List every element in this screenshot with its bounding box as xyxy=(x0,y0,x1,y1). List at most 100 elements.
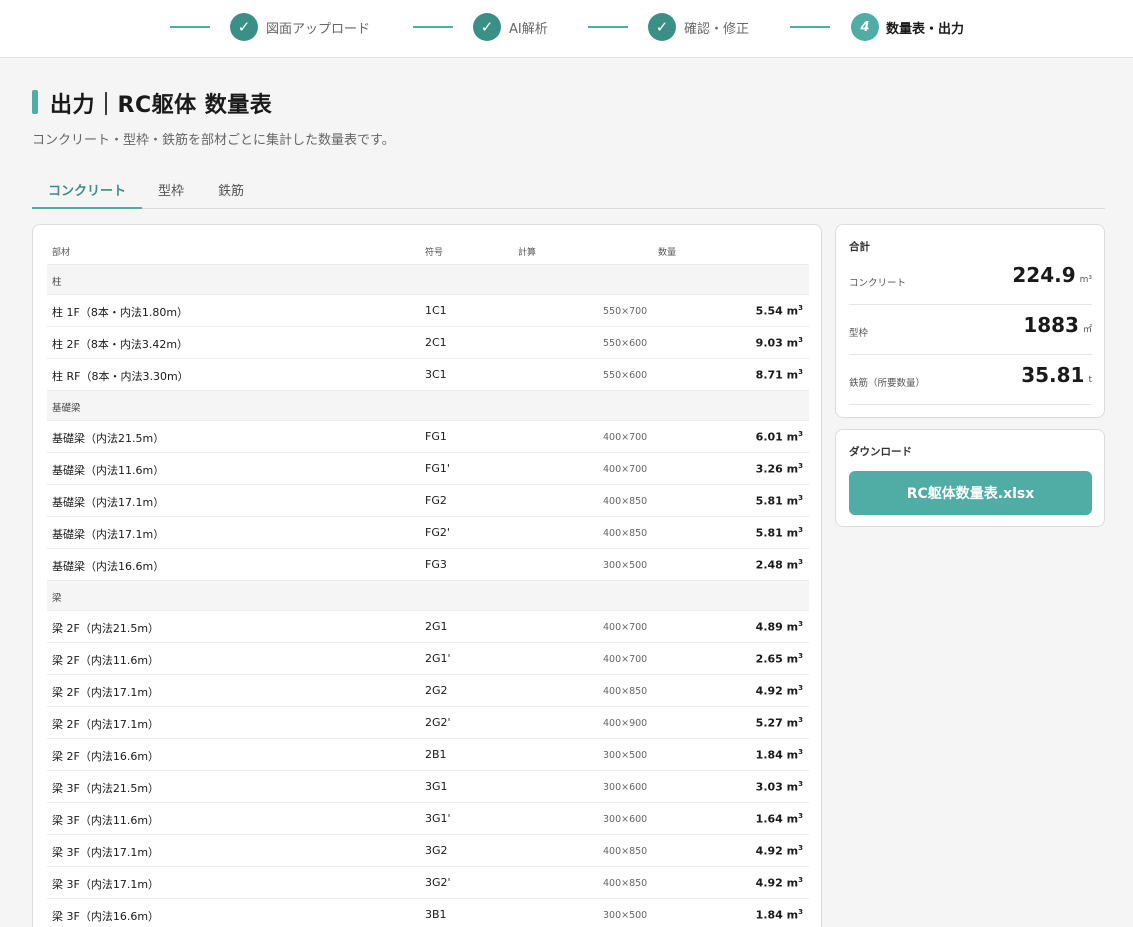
member-name-cell: 梁 2F（内法11.6m） xyxy=(52,654,160,667)
table-row[interactable]: 梁 3F（内法21.5m） 3G1 300×600 3.03 m3 xyxy=(47,770,809,802)
group-label: 基礎梁 xyxy=(52,403,81,414)
table-row[interactable]: 梁 3F（内法16.6m） 3B1 300×500 1.84 m3 xyxy=(47,898,809,927)
calc-cell: 300×500 xyxy=(603,560,648,571)
symbol-cell: 2G2 xyxy=(425,684,448,697)
page-title: 出力｜RC躯体 数量表 xyxy=(50,93,273,118)
calc-cell: 300×600 xyxy=(603,782,648,793)
symbol-cell: 3G1' xyxy=(425,812,451,825)
table-row[interactable]: 基礎梁（内法21.5m） FG1 400×700 6.01 m3 xyxy=(47,420,809,452)
group-label: 梁 xyxy=(52,593,62,604)
member-name-cell: 梁 3F（内法17.1m） xyxy=(52,846,160,859)
table-row[interactable]: 梁 3F（内法17.1m） 3G2' 400×850 4.92 m3 xyxy=(47,866,809,898)
symbol-cell: FG2' xyxy=(425,526,450,539)
step-connector xyxy=(413,26,453,28)
member-name-cell: 梁 2F（内法17.1m） xyxy=(52,686,160,699)
member-name-cell: 基礎梁（内法17.1m） xyxy=(52,496,165,509)
step-label-review[interactable]: 確認・修正 xyxy=(684,18,749,37)
symbol-cell: 2B1 xyxy=(425,748,447,761)
download-xlsx-button[interactable]: RC躯体数量表.xlsx xyxy=(849,471,1092,515)
column-header-symbol: 符号 xyxy=(425,248,444,258)
member-name-cell: 柱 2F（8本・内法3.42m） xyxy=(52,338,189,351)
calc-cell: 400×700 xyxy=(603,622,648,633)
calc-cell: 400×700 xyxy=(603,464,648,475)
step-connector xyxy=(170,26,210,28)
symbol-cell: FG1 xyxy=(425,430,447,443)
progress-stepper: ✓ 図面アップロード ✓ AI解析 ✓ 確認・修正 4 数量表・出力 xyxy=(0,0,1133,58)
tab-concrete[interactable]: コンクリート xyxy=(32,172,143,209)
quantity-cell: 4.92 m3 xyxy=(755,876,803,890)
quantity-cell: 3.26 m3 xyxy=(755,462,803,476)
calc-cell: 550×600 xyxy=(603,370,648,381)
quantity-cell: 5.27 m3 xyxy=(755,716,803,730)
member-name-cell: 柱 RF（8本・内法3.30m） xyxy=(52,370,189,383)
calc-cell: 400×700 xyxy=(603,654,648,665)
table-row[interactable]: 柱 2F（8本・内法3.42m） 2C1 550×600 9.03 m3 xyxy=(47,326,809,358)
table-row[interactable]: 梁 3F（内法17.1m） 3G2 400×850 4.92 m3 xyxy=(47,834,809,866)
symbol-cell: FG1' xyxy=(425,462,450,475)
step-number-badge: 4 xyxy=(851,13,879,41)
table-row[interactable]: 柱 RF（8本・内法3.30m） 3C1 550×600 8.71 m3 xyxy=(47,358,809,390)
calc-cell: 400×850 xyxy=(603,878,648,889)
group-label: 柱 xyxy=(52,277,62,288)
member-name-cell: 梁 3F（内法11.6m） xyxy=(52,814,160,827)
symbol-cell: 2G2' xyxy=(425,716,451,729)
quantity-cell: 1.64 m3 xyxy=(755,812,803,826)
symbol-cell: FG3 xyxy=(425,558,447,571)
symbol-cell: 2C1 xyxy=(425,336,447,349)
table-row[interactable]: 梁 2F（内法17.1m） 2G2 400×850 4.92 m3 xyxy=(47,674,809,706)
summary-row-rebar: 鉄筋（所要数量） 35.81 t xyxy=(849,355,1092,405)
table-row[interactable]: 基礎梁（内法17.1m） FG2' 400×850 5.81 m3 xyxy=(47,516,809,548)
group-header-row: 柱 xyxy=(47,264,809,294)
calc-cell: 300×500 xyxy=(603,750,648,761)
member-name-cell: 基礎梁（内法11.6m） xyxy=(52,464,165,477)
summary-row-concrete: コンクリート 224.9 m³ xyxy=(849,255,1092,305)
table-row[interactable]: 梁 3F（内法11.6m） 3G1' 300×600 1.64 m3 xyxy=(47,802,809,834)
quantity-cell: 4.92 m3 xyxy=(755,844,803,858)
table-row[interactable]: 梁 2F（内法21.5m） 2G1 400×700 4.89 m3 xyxy=(47,610,809,642)
group-header-row: 基礎梁 xyxy=(47,390,809,420)
member-name-cell: 梁 2F（内法16.6m） xyxy=(52,750,160,763)
check-icon: ✓ xyxy=(230,13,258,41)
symbol-cell: 3B1 xyxy=(425,908,447,921)
table-row[interactable]: 基礎梁（内法11.6m） FG1' 400×700 3.26 m3 xyxy=(47,452,809,484)
calc-cell: 400×850 xyxy=(603,686,648,697)
step-connector xyxy=(790,26,830,28)
calc-cell: 400×850 xyxy=(603,528,648,539)
summary-label: コンクリート xyxy=(849,278,907,289)
group-header-row: 梁 xyxy=(47,580,809,610)
step-label-upload[interactable]: 図面アップロード xyxy=(266,18,370,37)
quantity-cell: 9.03 m3 xyxy=(755,336,803,350)
calc-cell: 400×700 xyxy=(603,432,648,443)
table-row[interactable]: 基礎梁（内法17.1m） FG2 400×850 5.81 m3 xyxy=(47,484,809,516)
symbol-cell: FG2 xyxy=(425,494,447,507)
symbol-cell: 2G1' xyxy=(425,652,451,665)
member-name-cell: 基礎梁（内法21.5m） xyxy=(52,432,165,445)
member-name-cell: 基礎梁（内法17.1m） xyxy=(52,528,165,541)
table-row[interactable]: 梁 2F（内法16.6m） 2B1 300×500 1.84 m3 xyxy=(47,738,809,770)
check-icon: ✓ xyxy=(648,13,676,41)
step-label-output[interactable]: 数量表・出力 xyxy=(886,18,964,37)
member-name-cell: 梁 3F（内法21.5m） xyxy=(52,782,160,795)
quantity-cell: 5.54 m3 xyxy=(755,304,803,318)
calc-cell: 400×850 xyxy=(603,846,648,857)
calc-cell: 300×500 xyxy=(603,910,648,921)
tab-formwork[interactable]: 型枠 xyxy=(142,172,200,208)
summary-label: 型枠 xyxy=(849,328,869,339)
quantity-cell: 1.84 m3 xyxy=(755,748,803,762)
summary-label: 鉄筋（所要数量） xyxy=(849,378,926,389)
table-row[interactable]: 梁 2F（内法17.1m） 2G2' 400×900 5.27 m3 xyxy=(47,706,809,738)
step-label-ai-analysis[interactable]: AI解析 xyxy=(509,18,548,37)
member-name-cell: 梁 3F（内法16.6m） xyxy=(52,910,160,923)
tab-rebar[interactable]: 鉄筋 xyxy=(202,172,260,208)
symbol-cell: 3C1 xyxy=(425,368,447,381)
quantity-cell: 2.48 m3 xyxy=(755,558,803,572)
symbol-cell: 3G2' xyxy=(425,876,451,889)
table-row[interactable]: 梁 2F（内法11.6m） 2G1' 400×700 2.65 m3 xyxy=(47,642,809,674)
calc-cell: 300×600 xyxy=(603,814,648,825)
summary-value: 35.81 t xyxy=(1021,363,1092,387)
table-row[interactable]: 基礎梁（内法16.6m） FG3 300×500 2.48 m3 xyxy=(47,548,809,580)
symbol-cell: 2G1 xyxy=(425,620,448,633)
table-row[interactable]: 柱 1F（8本・内法1.80m） 1C1 550×700 5.54 m3 xyxy=(47,294,809,326)
check-icon: ✓ xyxy=(473,13,501,41)
summary-value: 1883 ㎡ xyxy=(1023,313,1092,337)
